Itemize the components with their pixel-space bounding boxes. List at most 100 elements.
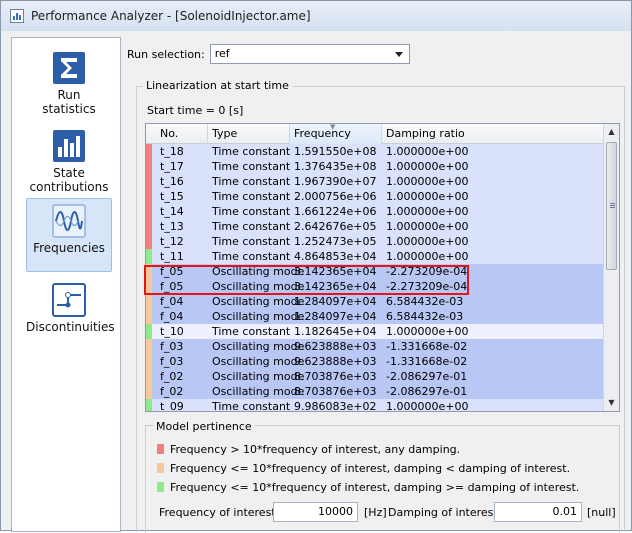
bar-chart-icon: [52, 129, 86, 163]
cell-type: Time constant: [212, 175, 291, 188]
legend-swatch-green: [157, 482, 164, 492]
cell-no: t_12: [160, 235, 184, 248]
table-row[interactable]: t_09 Time constant 9.986083e+02 1.000000e+0…: [146, 399, 604, 412]
scroll-down-icon[interactable]: ▼: [604, 395, 619, 411]
sidebar-item-label: State contributions: [29, 166, 109, 194]
run-selection-dropdown[interactable]: ref: [209, 44, 410, 64]
model-pertinence-title: Model pertinence: [153, 420, 255, 433]
run-selection-row: Run selection: ref: [127, 43, 410, 65]
column-header-frequency[interactable]: ▼ Frequency: [290, 124, 382, 144]
pertinence-marker: [146, 339, 152, 354]
pertinence-marker: [146, 399, 152, 411]
pertinence-marker: [146, 189, 152, 204]
scroll-up-icon[interactable]: ▲: [604, 124, 619, 140]
sidebar: Run statistics State contributions Frequ…: [11, 37, 121, 532]
table-row[interactable]: t_15 Time constant 2.000756e+06 1.000000e+0…: [146, 189, 604, 204]
cell-type: Time constant: [212, 190, 291, 203]
cell-type: Time constant: [212, 235, 291, 248]
frequency-of-interest-input[interactable]: 10000: [273, 502, 358, 522]
table-row[interactable]: f_03 Oscillating mode 9.623888e+03 -1.33166…: [146, 354, 604, 369]
table-row[interactable]: t_10 Time constant 1.182645e+04 1.000000e+0…: [146, 324, 604, 339]
column-header-no[interactable]: No.: [146, 124, 208, 144]
cell-no: f_03: [160, 355, 184, 368]
legend-item-green: Frequency <= 10*frequency of interest, d…: [157, 480, 579, 494]
table-row[interactable]: t_17 Time constant 1.376435e+08 1.000000e+0…: [146, 159, 604, 174]
pertinence-marker: [146, 249, 152, 264]
cell-type: Oscillating mode: [212, 355, 305, 368]
table-row[interactable]: t_11 Time constant 4.864853e+04 1.000000e+0…: [146, 249, 604, 264]
cell-no: t_14: [160, 205, 184, 218]
frequency-unit-label: [Hz]: [364, 506, 387, 519]
sidebar-item-label: Run statistics: [42, 88, 96, 116]
table-row[interactable]: t_18 Time constant 1.591550e+08 1.000000e+0…: [146, 144, 604, 159]
cell-no: t_09: [160, 400, 184, 412]
cell-frequency: 1.661224e+06: [294, 205, 377, 218]
cell-no: t_16: [160, 175, 184, 188]
cell-type: Oscillating mode: [212, 310, 305, 323]
cell-type: Time constant: [212, 250, 291, 263]
table-row[interactable]: f_04 Oscillating mode 1.284097e+04 6.584432…: [146, 309, 604, 324]
cell-frequency: 8.703876e+03: [294, 370, 377, 383]
cell-frequency: 9.623888e+03: [294, 355, 377, 368]
cell-damping: -2.086297e-01: [386, 370, 468, 383]
cell-damping: 1.000000e+00: [386, 235, 469, 248]
cell-no: t_13: [160, 220, 184, 233]
cell-frequency: 9.623888e+03: [294, 340, 377, 353]
legend-text: Frequency <= 10*frequency of interest, d…: [170, 461, 571, 475]
pertinence-marker: [146, 234, 152, 249]
sidebar-item-frequencies[interactable]: Frequencies: [26, 198, 112, 272]
cell-damping: 1.000000e+00: [386, 325, 469, 338]
cell-type: Time constant: [212, 400, 291, 412]
cell-damping: -1.331668e-02: [386, 340, 468, 353]
table-row[interactable]: f_02 Oscillating mode 8.703876e+03 -2.08629…: [146, 384, 604, 399]
scrollbar-thumb[interactable]: [606, 142, 617, 270]
cell-no: f_04: [160, 310, 184, 323]
cell-frequency: 1.252473e+05: [294, 235, 377, 248]
cell-frequency: 2.000756e+06: [294, 190, 377, 203]
cell-frequency: 4.864853e+04: [294, 250, 377, 263]
cell-frequency: 1.284097e+04: [294, 310, 377, 323]
linearization-title: Linearization at start time: [143, 79, 292, 92]
cell-frequency: 1.591550e+08: [294, 145, 377, 158]
performance-analyzer-window: Performance Analyzer - [SolenoidInjector…: [0, 0, 632, 533]
title-bar: Performance Analyzer - [SolenoidInjector…: [1, 1, 631, 31]
cell-damping: 1.000000e+00: [386, 205, 469, 218]
damping-of-interest-input[interactable]: 0.01: [494, 502, 582, 522]
legend-item-red: Frequency > 10*frequency of interest, an…: [157, 442, 460, 456]
sidebar-item-run-statistics[interactable]: Run statistics: [26, 46, 112, 120]
cell-damping: 1.000000e+00: [386, 250, 469, 263]
table-row[interactable]: f_04 Oscillating mode 1.284097e+04 6.584432…: [146, 294, 604, 309]
table-row[interactable]: t_13 Time constant 2.642676e+05 1.000000e+0…: [146, 219, 604, 234]
sidebar-item-discontinuities[interactable]: Discontinuities: [26, 278, 115, 352]
column-header-type[interactable]: Type: [208, 124, 290, 144]
cell-type: Time constant: [212, 325, 291, 338]
cell-frequency: 9.986083e+02: [294, 400, 377, 412]
damping-of-interest-label: Damping of interest:: [388, 506, 502, 519]
cell-no: t_15: [160, 190, 184, 203]
cell-damping: 1.000000e+00: [386, 220, 469, 233]
cell-no: t_10: [160, 325, 184, 338]
table-row[interactable]: t_16 Time constant 1.967390e+07 1.000000e+0…: [146, 174, 604, 189]
sidebar-item-state-contributions[interactable]: State contributions: [26, 124, 112, 198]
step-icon: [52, 283, 86, 317]
table-row[interactable]: t_12 Time constant 1.252473e+05 1.000000e+0…: [146, 234, 604, 249]
pertinence-marker: [146, 219, 152, 234]
sidebar-item-label: Discontinuities: [26, 320, 115, 334]
cell-no: t_18: [160, 145, 184, 158]
column-header-damping[interactable]: Damping ratio: [382, 124, 604, 144]
cell-type: Oscillating mode: [212, 385, 305, 398]
table-vertical-scrollbar[interactable]: ▲ ▼: [603, 124, 619, 411]
cell-no: f_02: [160, 370, 184, 383]
wave-icon: [52, 204, 86, 238]
sidebar-item-label: Frequencies: [33, 241, 105, 255]
table-row[interactable]: t_14 Time constant 1.661224e+06 1.000000e+0…: [146, 204, 604, 219]
pertinence-marker: [146, 144, 152, 159]
column-header-frequency-label: Frequency: [294, 127, 351, 140]
table-row[interactable]: f_03 Oscillating mode 9.623888e+03 -1.33166…: [146, 339, 604, 354]
chevron-down-icon: [394, 52, 403, 57]
table-row[interactable]: f_02 Oscillating mode 8.703876e+03 -2.08629…: [146, 369, 604, 384]
window-title: Performance Analyzer - [SolenoidInjector…: [31, 9, 311, 23]
legend-item-orange: Frequency <= 10*frequency of interest, d…: [157, 461, 570, 475]
app-icon: [10, 9, 24, 23]
cell-type: Time constant: [212, 220, 291, 233]
